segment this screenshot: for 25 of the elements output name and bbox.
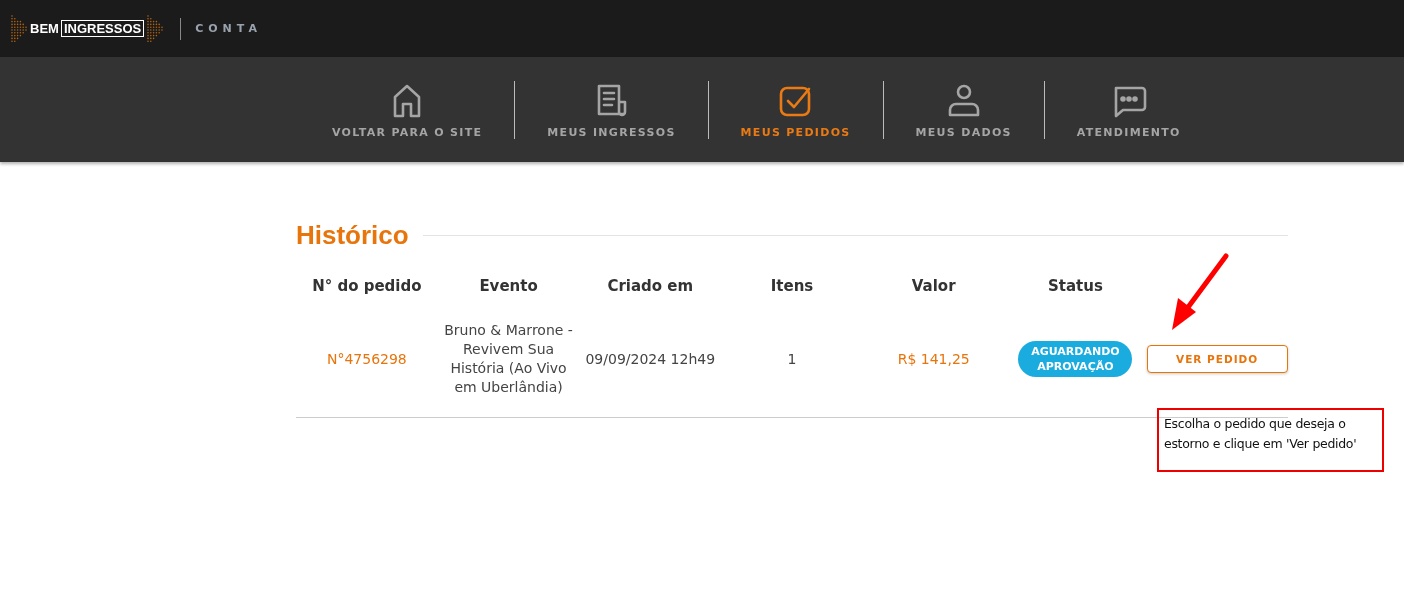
annotation-note: Escolha o pedido que deseja o estorno e clique em 'Ver pedido': [1157, 408, 1384, 472]
order-number: N°4756298: [326, 351, 407, 367]
section-title: CONTA: [195, 22, 262, 35]
nav-tab[interactable]: VOLTAR PARA O SITE: [300, 80, 515, 139]
item-count: 1: [787, 351, 797, 367]
created-date: 09/09/2024 12h49: [585, 351, 716, 367]
order-value: R$ 141,25: [897, 351, 970, 367]
nav-tab[interactable]: MEUS INGRESSOS: [515, 80, 708, 139]
dotted-triangle-icon: [146, 13, 165, 44]
column-header: Status: [1048, 277, 1103, 295]
nav-tab[interactable]: MEUS DADOS: [883, 80, 1044, 139]
column-header: N° do pedido: [312, 277, 422, 295]
column-header: Criado em: [607, 277, 694, 295]
nav-tab[interactable]: ATENDIMENTO: [1044, 80, 1213, 139]
column-header: Evento: [479, 277, 538, 295]
view-order-button[interactable]: VER PEDIDO: [1146, 345, 1288, 373]
section-heading: Histórico: [296, 220, 409, 251]
logo-text: BEM: [30, 21, 59, 36]
column-header: Itens: [770, 277, 814, 295]
status-badge: AGUARDANDO APROVAÇÃO: [1018, 341, 1133, 377]
dotted-triangle-icon: [10, 13, 28, 44]
logo-text: INGRESSOS: [60, 20, 145, 37]
event-name: Bruno & Marrone - Revivem Sua História (Ao Vivo em Uberlândia): [443, 321, 574, 397]
column-header: Valor: [911, 277, 956, 295]
nav-tab[interactable]: MEUS PEDIDOS: [708, 80, 883, 139]
